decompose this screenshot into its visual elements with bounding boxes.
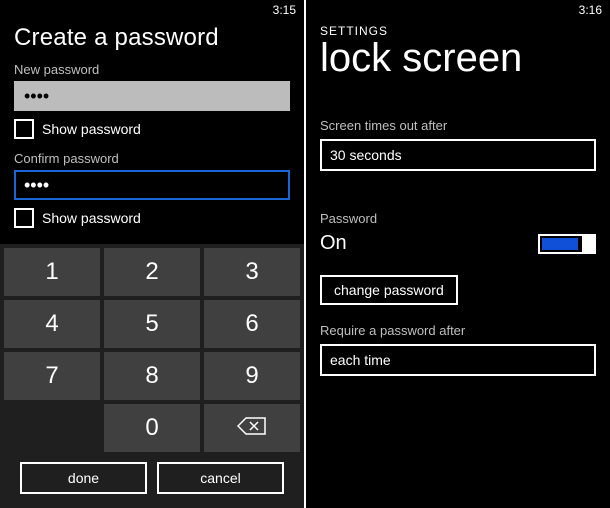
require-password-value: each time: [330, 352, 391, 368]
clock: 3:15: [273, 3, 296, 17]
key-9[interactable]: 9: [204, 352, 300, 400]
toggle-thumb: [582, 234, 594, 254]
status-bar: 3:16: [306, 0, 610, 20]
backspace-icon: [237, 415, 267, 441]
change-password-button[interactable]: change password: [320, 275, 458, 305]
timeout-label: Screen times out after: [320, 118, 596, 133]
done-button[interactable]: done: [20, 462, 147, 494]
status-bar: 3:15: [0, 0, 304, 20]
key-3[interactable]: 3: [204, 248, 300, 296]
new-password-input[interactable]: ••••: [14, 81, 290, 111]
password-section-label: Password: [320, 211, 596, 226]
confirm-password-value: ••••: [24, 175, 49, 196]
lock-screen-settings: 3:16 SETTINGS lock screen Screen times o…: [306, 0, 610, 508]
confirm-password-label: Confirm password: [14, 151, 290, 166]
key-5[interactable]: 5: [104, 300, 200, 348]
key-1[interactable]: 1: [4, 248, 100, 296]
key-8[interactable]: 8: [104, 352, 200, 400]
cancel-button[interactable]: cancel: [157, 462, 284, 494]
checkbox-icon[interactable]: [14, 119, 34, 139]
key-empty: [4, 404, 100, 452]
show-password-row-1[interactable]: Show password: [14, 119, 290, 139]
page-title: Create a password: [14, 24, 290, 52]
toggle-fill: [542, 238, 578, 250]
key-6[interactable]: 6: [204, 300, 300, 348]
key-backspace[interactable]: [204, 404, 300, 452]
new-password-value: ••••: [24, 86, 49, 107]
key-4[interactable]: 4: [4, 300, 100, 348]
password-toggle-state: On: [320, 232, 347, 255]
clock: 3:16: [579, 3, 602, 17]
numeric-keypad: 1 2 3 4 5 6 7 8 9 0 done cancel: [0, 244, 304, 508]
change-password-label: change password: [334, 282, 444, 298]
password-toggle[interactable]: [538, 234, 596, 254]
new-password-label: New password: [14, 62, 290, 77]
checkbox-icon[interactable]: [14, 208, 34, 228]
settings-title: lock screen: [320, 38, 596, 78]
timeout-value: 30 seconds: [330, 147, 402, 163]
key-7[interactable]: 7: [4, 352, 100, 400]
show-password-row-2[interactable]: Show password: [14, 208, 290, 228]
require-password-label: Require a password after: [320, 323, 596, 338]
timeout-select[interactable]: 30 seconds: [320, 139, 596, 171]
create-password-screen: 3:15 Create a password New password ••••…: [0, 0, 304, 508]
key-2[interactable]: 2: [104, 248, 200, 296]
show-password-label-1: Show password: [42, 121, 141, 137]
show-password-label-2: Show password: [42, 210, 141, 226]
confirm-password-input[interactable]: ••••: [14, 170, 290, 200]
require-password-select[interactable]: each time: [320, 344, 596, 376]
key-0[interactable]: 0: [104, 404, 200, 452]
